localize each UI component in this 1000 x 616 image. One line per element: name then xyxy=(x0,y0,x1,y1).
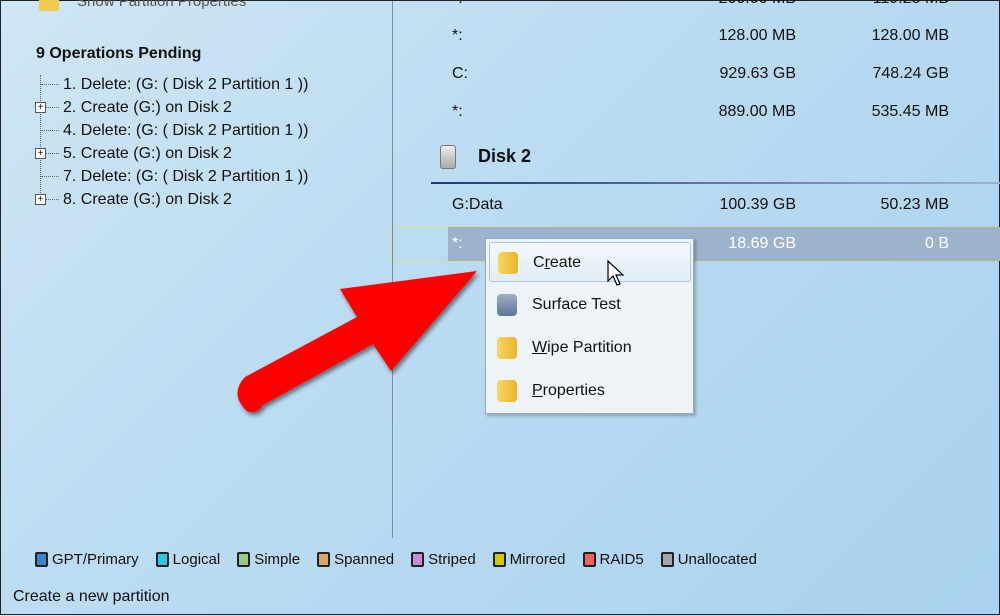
legend-label: Striped xyxy=(428,551,476,568)
menu-item-surface-test[interactable]: Surface Test xyxy=(489,285,691,325)
legend-label: Logical xyxy=(172,551,221,568)
create-partition-icon xyxy=(498,252,518,274)
mouse-cursor-icon xyxy=(607,259,625,286)
legend-item: Spanned xyxy=(317,551,394,568)
menu-label: roperties xyxy=(542,382,605,399)
legend-label: Mirrored xyxy=(509,551,566,568)
menu-item-properties[interactable]: Properties xyxy=(489,371,691,411)
legend-label: Simple xyxy=(254,551,301,568)
legend-item: Unallocated xyxy=(660,551,757,568)
legend-swatch xyxy=(492,552,506,567)
menu-label: C xyxy=(533,254,545,271)
wipe-partition-icon xyxy=(497,337,517,359)
surface-test-icon xyxy=(497,294,517,316)
properties-icon xyxy=(497,380,517,402)
context-menu: Create Surface Test Wipe Partition Properti… xyxy=(485,238,694,414)
menu-mnemonic: P xyxy=(532,382,543,399)
legend-swatch xyxy=(411,552,425,567)
menu-label: eate xyxy=(549,254,582,271)
menu-item-create-partition[interactable]: Create xyxy=(489,242,691,282)
legend-item: GPT/Primary xyxy=(35,551,139,568)
legend-item: Mirrored xyxy=(492,551,566,568)
status-bar: Create a new partition xyxy=(13,588,170,605)
legend-label: Unallocated xyxy=(677,551,757,568)
legend-swatch xyxy=(35,552,48,567)
legend-item: Logical xyxy=(155,551,221,568)
legend-item: Striped xyxy=(411,551,476,568)
legend-label: RAID5 xyxy=(599,551,644,568)
legend-label: Spanned xyxy=(334,551,395,568)
legend: GPT/Primary Logical Simple Spanned Striped Mi… xyxy=(35,551,774,568)
menu-label: Surface Test xyxy=(532,296,621,313)
menu-label: ipe Partition xyxy=(547,339,632,356)
legend-swatch xyxy=(155,552,169,567)
legend-item: Simple xyxy=(237,551,300,568)
legend-swatch xyxy=(317,552,331,567)
legend-swatch xyxy=(237,552,251,567)
legend-label: GPT/Primary xyxy=(52,551,139,568)
menu-item-wipe-partition[interactable]: Wipe Partition xyxy=(489,328,691,368)
legend-swatch xyxy=(582,552,596,567)
legend-swatch xyxy=(660,552,674,567)
menu-mnemonic: W xyxy=(532,339,548,356)
legend-item: RAID5 xyxy=(582,551,644,568)
